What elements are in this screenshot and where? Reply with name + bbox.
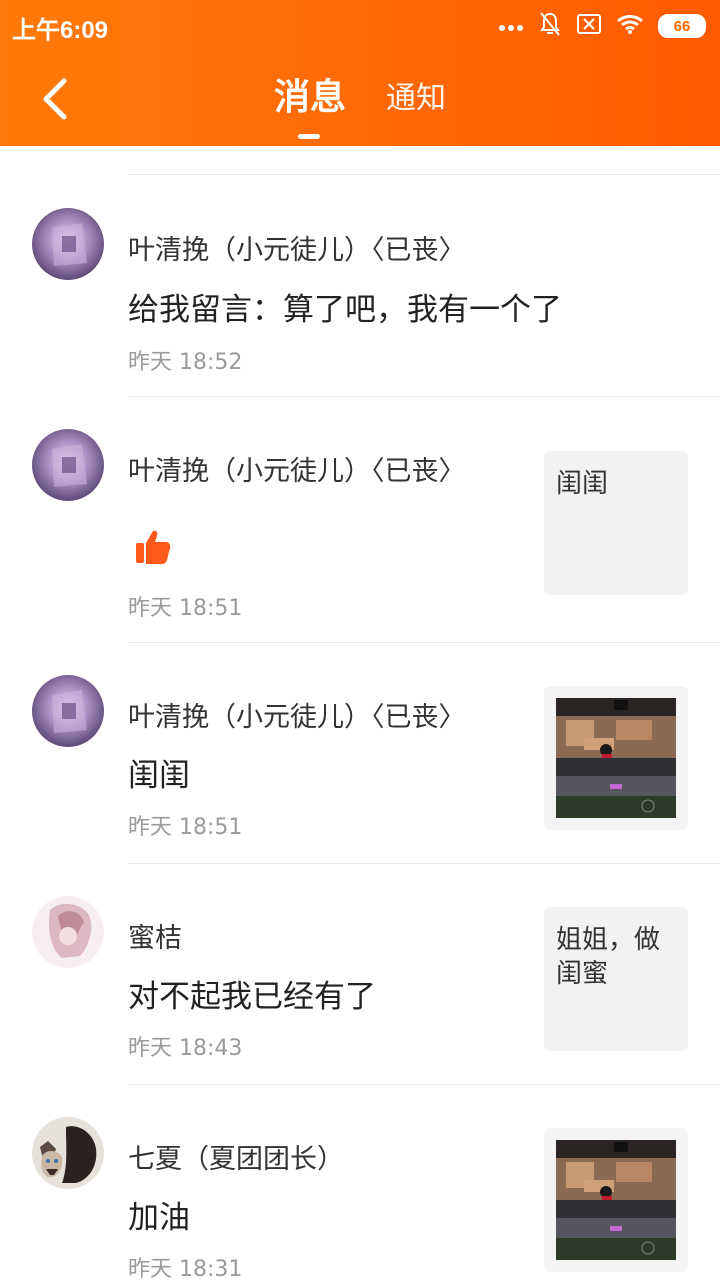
message-text: 给我留言：算了吧，我有一个了 [128,292,562,328]
game-screenshot-image [556,698,676,818]
status-bar: 上午6:09 66 [0,0,720,52]
list-item[interactable]: 七夏（夏团团长） 加油 昨天 18:31 [0,1084,720,1284]
no-sim-icon [576,13,602,39]
message-text: 加油 [128,1200,190,1236]
status-icons: 66 [498,12,706,40]
message-text: 对不起我已经有了 [128,979,376,1015]
more-dots-icon [498,17,524,36]
avatar[interactable] [32,675,104,747]
avatar[interactable] [32,1117,104,1189]
tab-messages[interactable]: 消息 [274,74,347,139]
quoted-post-text: 姐姐，做闺蜜 [556,925,661,989]
wifi-icon [616,13,644,39]
message-time: 昨天 18:51 [128,596,243,621]
message-time: 昨天 18:51 [128,815,243,840]
thumbs-up-icon [136,530,171,564]
sender-name: 叶清挽（小元徒儿）〈已丧〉 [128,702,466,733]
chevron-left-icon [43,78,67,120]
list-item[interactable]: 叶清挽（小元徒儿）〈已丧〉 给我留言：算了吧，我有一个了 昨天 18:52 [0,146,720,396]
tab-bar: 消息 通知 [274,74,446,139]
sender-name: 七夏（夏团团长） [128,1144,344,1175]
mute-bell-icon [538,11,562,41]
nav-bar: 消息 通知 [0,60,720,146]
quoted-post-thumbnail[interactable]: 姐姐，做闺蜜 [544,907,688,1051]
list-item[interactable]: 蜜桔 对不起我已经有了 昨天 18:43 姐姐，做闺蜜 [0,863,720,1084]
list-item[interactable]: 叶清挽（小元徒儿）〈已丧〉 闺闺 昨天 18:51 [0,642,720,863]
message-time: 昨天 18:31 [128,1257,243,1282]
tab-notifications-label: 通知 [386,81,447,116]
quoted-post-text: 闺闺 [556,469,609,499]
avatar[interactable] [32,208,104,280]
game-screenshot-image [556,1140,676,1260]
sender-name: 叶清挽（小元徒儿）〈已丧〉 [128,235,466,266]
avatar[interactable] [32,896,104,968]
tab-indicator [298,134,320,139]
message-time: 昨天 18:43 [128,1036,243,1061]
quoted-post-thumbnail[interactable] [544,686,688,830]
quoted-post-thumbnail[interactable]: 闺闺 [544,451,688,595]
tab-messages-label: 消息 [274,77,347,118]
message-time: 昨天 18:52 [128,350,243,375]
list-item[interactable]: 叶清挽（小元徒儿）〈已丧〉 昨天 18:51 闺闺 [0,396,720,642]
sender-name: 叶清挽（小元徒儿）〈已丧〉 [128,456,466,487]
status-time: 上午6:09 [12,17,109,44]
quoted-post-thumbnail[interactable] [544,1128,688,1272]
sender-name: 蜜桔 [128,923,182,954]
tab-notifications[interactable]: 通知 [386,74,446,124]
avatar[interactable] [32,429,104,501]
header: 上午6:09 66 消息 通知 [0,0,720,146]
back-button[interactable] [30,74,80,124]
message-text: 闺闺 [128,758,190,794]
battery-icon: 66 [658,14,706,38]
